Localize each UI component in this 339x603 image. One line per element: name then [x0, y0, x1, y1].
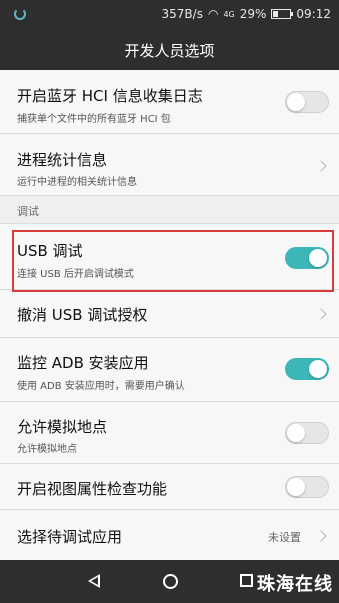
back-icon-inner — [91, 577, 98, 585]
toggle-knob — [287, 93, 305, 111]
list-item-mock-locations[interactable]: 允许模拟地点 允许模拟地点 — [0, 402, 339, 464]
chevron-right-icon — [315, 530, 327, 542]
bluetooth-hci-log-toggle[interactable] — [285, 91, 329, 113]
verify-adb-apps-toggle[interactable] — [285, 358, 329, 380]
item-title: 允许模拟地点 — [17, 418, 108, 436]
list-item-select-debug-app[interactable]: 选择待调试应用 未设置 — [0, 510, 339, 560]
toggle-knob — [309, 360, 327, 378]
section-header-debug: 调试 — [0, 196, 339, 224]
item-subtitle: 捕获单个文件中的所有蓝牙 HCI 包 — [17, 114, 171, 125]
status-indicators: 357B/s ◠ 4G 29% 09:12 — [162, 7, 331, 21]
chevron-right-icon — [315, 160, 327, 172]
item-subtitle: 允许模拟地点 — [17, 444, 77, 455]
list-item-process-stats[interactable]: 进程统计信息 运行中进程的相关统计信息 — [0, 134, 339, 196]
list-item-verify-adb-apps[interactable]: 监控 ADB 安装应用 使用 ADB 安装应用时，需要用户确认 — [0, 338, 339, 402]
mock-locations-toggle[interactable] — [285, 422, 329, 444]
settings-list: 开启蓝牙 HCI 信息收集日志 捕获单个文件中的所有蓝牙 HCI 包 进程统计信… — [0, 70, 339, 560]
list-item-view-attribute-inspection[interactable]: 开启视图属性检查功能 — [0, 464, 339, 510]
item-title: 开启蓝牙 HCI 信息收集日志 — [17, 87, 203, 105]
list-item-revoke-usb-auth[interactable]: 撤消 USB 调试授权 — [0, 290, 339, 338]
signal-icon: 4G — [223, 9, 235, 19]
view-attribute-inspection-toggle[interactable] — [285, 476, 329, 498]
battery-percent: 29% — [239, 7, 267, 21]
recent-apps-icon[interactable] — [240, 574, 253, 587]
item-title: 撤消 USB 调试授权 — [17, 306, 148, 324]
item-value: 未设置 — [268, 531, 301, 544]
watermark-logo: 珠海在线 — [257, 574, 333, 595]
notification-icon — [14, 8, 26, 20]
wifi-icon: ◠ — [207, 7, 219, 21]
clock: 09:12 — [296, 7, 331, 21]
network-speed: 357B/s — [161, 7, 203, 21]
usb-debugging-highlight-box — [12, 230, 334, 292]
item-title: 监控 ADB 安装应用 — [17, 354, 149, 372]
item-title: 选择待调试应用 — [17, 528, 123, 546]
toggle-knob — [287, 424, 305, 442]
item-subtitle: 使用 ADB 安装应用时，需要用户确认 — [17, 381, 185, 392]
page-title: 开发人员选项 — [124, 41, 215, 60]
battery-icon — [271, 9, 294, 19]
chevron-right-icon — [315, 308, 327, 320]
item-title: 开启视图属性检查功能 — [17, 480, 168, 498]
item-subtitle: 运行中进程的相关统计信息 — [17, 177, 137, 188]
item-title: 进程统计信息 — [17, 151, 108, 169]
toggle-knob — [287, 478, 305, 496]
list-item-bluetooth-hci-log[interactable]: 开启蓝牙 HCI 信息收集日志 捕获单个文件中的所有蓝牙 HCI 包 — [0, 70, 339, 134]
page-title-bar: 开发人员选项 — [0, 30, 339, 70]
status-bar: 357B/s ◠ 4G 29% 09:12 — [0, 0, 339, 30]
home-icon[interactable] — [163, 574, 178, 589]
section-title: 调试 — [17, 205, 39, 218]
